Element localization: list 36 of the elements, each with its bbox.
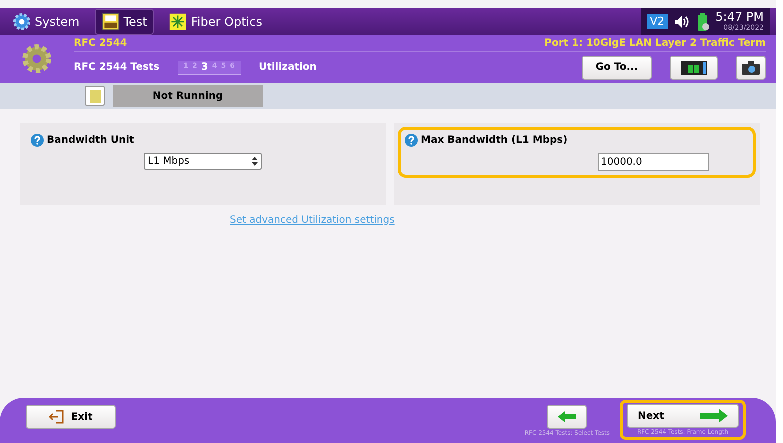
flag-button[interactable]: [85, 86, 105, 106]
camera-button[interactable]: [736, 56, 766, 80]
laser-icon: [169, 12, 188, 30]
exit-button[interactable]: Exit: [26, 405, 116, 429]
exit-icon: [49, 410, 66, 424]
version-badge: V2: [647, 14, 668, 29]
gear-icon: [20, 42, 54, 76]
bert-icon: [102, 12, 120, 30]
gear-icon: [13, 12, 31, 30]
setting-label: Max Bandwidth (L1 Mbps): [421, 135, 568, 146]
unit-dropdown[interactable]: L1 Mbps: [144, 153, 262, 170]
test-title: RFC 2544: [74, 38, 128, 48]
app-tab[interactable]: System: [6, 8, 87, 34]
module-icon: [681, 60, 707, 74]
speaker-icon: [674, 14, 690, 28]
help-icon[interactable]: [405, 134, 418, 147]
page-label: Utilization: [258, 62, 317, 73]
next-button[interactable]: Next: [627, 404, 739, 428]
port-title: Port 1: 10GigE LAN Layer 2 Traffic Term: [544, 38, 766, 48]
app-tab[interactable]: Fiber Optics: [162, 8, 270, 34]
right-arrow-icon: [700, 409, 728, 423]
back-button[interactable]: [547, 405, 588, 429]
ports-button[interactable]: [670, 56, 718, 80]
clock-time: 5:47 PM: [716, 11, 764, 23]
left-arrow-icon: [558, 410, 576, 424]
section-label: RFC 2544 Tests: [74, 62, 160, 73]
run-status: Not Running: [113, 85, 263, 107]
setting-label: Bandwidth Unit: [47, 135, 134, 146]
bandwidth-input[interactable]: 10000.0: [598, 153, 709, 171]
help-icon[interactable]: [31, 134, 44, 147]
updown-icon: [252, 157, 258, 166]
goto-button[interactable]: Go To...: [582, 56, 652, 80]
camera-icon: [742, 60, 760, 74]
step-number[interactable]: 3: [201, 62, 208, 72]
app-tab[interactable]: Test: [94, 8, 154, 34]
battery-icon: [696, 12, 710, 32]
